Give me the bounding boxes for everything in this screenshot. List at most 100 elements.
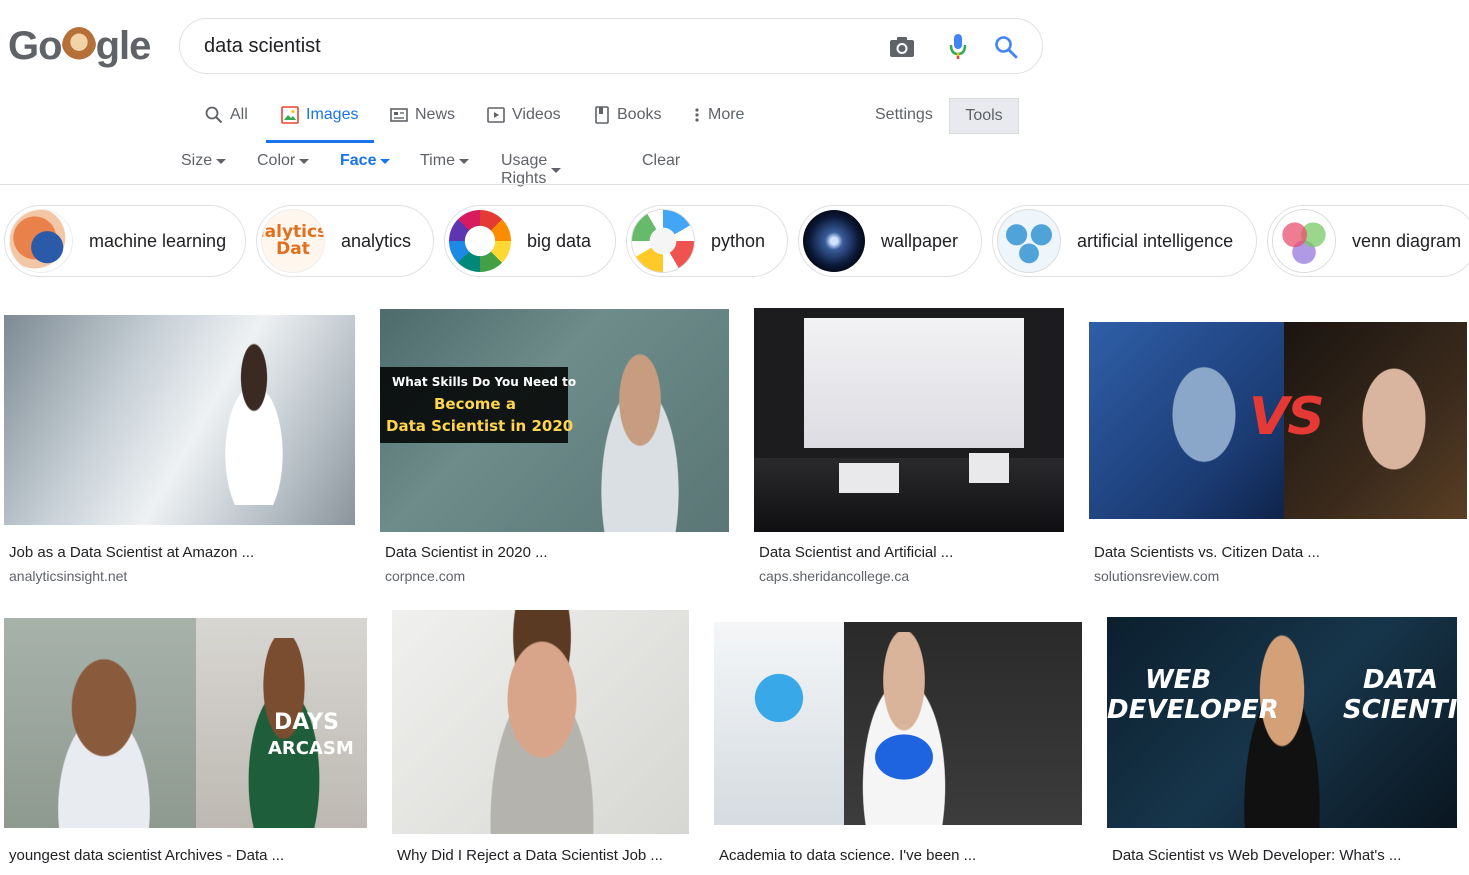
- chip-label: wallpaper: [881, 230, 959, 251]
- chip-label: big data: [527, 230, 592, 251]
- overlay-text: SCIENTIST: [1343, 695, 1457, 725]
- result-image[interactable]: [714, 622, 1082, 825]
- chip-thumbnail: ıalytics Dat: [261, 209, 325, 273]
- header-divider: [0, 184, 1469, 185]
- doodle-icon: [61, 27, 96, 65]
- result-title[interactable]: Job as a Data Scientist at Amazon ...: [9, 544, 254, 561]
- filter-label: Usage Rights: [501, 152, 548, 187]
- chip-label: analytics: [341, 230, 412, 251]
- result-title[interactable]: Why Did I Reject a Data Scientist Job ..…: [397, 847, 663, 864]
- search-box: [179, 18, 1043, 74]
- chip-thumbnail: [997, 209, 1061, 273]
- result-image[interactable]: DAYS ARCASM: [4, 618, 367, 828]
- settings-link[interactable]: Settings: [875, 106, 933, 124]
- tab-label: All: [230, 106, 248, 123]
- filter-face[interactable]: Face: [340, 152, 391, 170]
- result-title[interactable]: youngest data scientist Archives - Data …: [9, 847, 284, 864]
- chip-machine-learning[interactable]: machine learning: [4, 205, 246, 277]
- tab-label: Images: [306, 106, 359, 123]
- overlay-text: Become a: [434, 395, 516, 413]
- tab-more[interactable]: More: [693, 98, 744, 144]
- filter-label: Face: [340, 152, 377, 169]
- search-icon[interactable]: [992, 33, 1020, 61]
- tab-news[interactable]: News: [390, 98, 455, 144]
- tab-all[interactable]: All: [205, 98, 248, 144]
- logo-letter: G: [8, 24, 39, 68]
- filter-clear[interactable]: Clear: [642, 152, 680, 170]
- chip-analytics[interactable]: ıalytics Dat analytics: [256, 205, 434, 277]
- logo-letter: o: [38, 24, 62, 68]
- result-title[interactable]: Data Scientist and Artificial ...: [759, 544, 953, 561]
- tab-label: More: [708, 106, 745, 123]
- google-logo[interactable]: Go gle: [8, 24, 151, 69]
- chip-wallpaper[interactable]: wallpaper: [798, 205, 982, 277]
- play-icon: [487, 107, 505, 123]
- overlay-text: ARCASM: [268, 738, 354, 759]
- chip-thumb-text: ıalytics Dat: [261, 222, 325, 259]
- result-site[interactable]: analyticsinsight.net: [9, 568, 127, 584]
- chip-label: venn diagram: [1352, 230, 1462, 251]
- tools-button[interactable]: Tools: [949, 98, 1019, 134]
- image-icon: [281, 106, 299, 124]
- filter-size[interactable]: Size: [181, 152, 227, 170]
- logo-letter: e: [129, 24, 151, 68]
- camera-icon[interactable]: [888, 33, 916, 61]
- chip-big-data[interactable]: big data: [444, 205, 616, 277]
- tab-label: Videos: [512, 106, 561, 123]
- chevron-down-icon: [458, 158, 469, 164]
- overlay-text: What Skills Do You Need to: [392, 375, 577, 389]
- result-image[interactable]: [392, 610, 689, 834]
- chip-label: artificial intelligence: [1077, 230, 1234, 251]
- chevron-down-icon: [551, 167, 562, 173]
- tab-videos[interactable]: Videos: [487, 98, 561, 144]
- overlay-text: DEVELOPER: [1107, 695, 1279, 725]
- result-site[interactable]: caps.sheridancollege.ca: [759, 568, 909, 584]
- chip-venn-diagram[interactable]: venn diagram: [1267, 205, 1469, 277]
- search-input[interactable]: [204, 33, 864, 59]
- chip-python[interactable]: python: [626, 205, 788, 277]
- newspaper-icon: [390, 108, 408, 122]
- overlay-text: DATA: [1363, 665, 1439, 695]
- chip-artificial-intelligence[interactable]: artificial intelligence: [992, 205, 1257, 277]
- tab-books[interactable]: Books: [594, 98, 661, 144]
- result-title[interactable]: Data Scientists vs. Citizen Data ...: [1094, 544, 1320, 561]
- result-title[interactable]: Data Scientist vs Web Developer: What's …: [1112, 847, 1401, 864]
- chevron-down-icon: [216, 158, 227, 164]
- chip-thumbnail: [449, 210, 511, 272]
- result-site[interactable]: corpnce.com: [385, 568, 465, 584]
- result-image[interactable]: WEB DEVELOPER DATA SCIENTIST: [1107, 617, 1457, 828]
- filter-label: Time: [420, 152, 455, 169]
- chip-thumbnail: [1272, 209, 1336, 273]
- tab-label: Books: [617, 106, 662, 123]
- tab-images[interactable]: Images: [281, 98, 358, 144]
- logo-letter: l: [119, 24, 130, 68]
- result-image[interactable]: VS: [1089, 322, 1467, 519]
- result-image[interactable]: [4, 315, 355, 525]
- filter-usage-rights[interactable]: Usage Rights: [501, 152, 562, 188]
- microphone-icon[interactable]: [944, 33, 972, 61]
- filter-time[interactable]: Time: [420, 152, 469, 170]
- logo-letter: g: [95, 24, 120, 68]
- overlay-text: Data Scientist in 2020: [386, 417, 574, 435]
- overlay-text: DAYS: [274, 710, 339, 735]
- result-title[interactable]: Academia to data science. I've been ...: [719, 847, 976, 864]
- chip-label: python: [711, 230, 766, 251]
- result-title[interactable]: Data Scientist in 2020 ...: [385, 544, 548, 561]
- active-tab-indicator: [266, 140, 374, 143]
- chip-label: machine learning: [89, 230, 227, 251]
- filter-color[interactable]: Color: [257, 152, 310, 170]
- filter-label: Clear: [642, 152, 681, 169]
- book-icon: [595, 106, 609, 124]
- tab-label: News: [415, 106, 456, 123]
- search-icon: [205, 106, 223, 124]
- overlay-text: VS: [1249, 387, 1325, 447]
- result-image[interactable]: What Skills Do You Need to Become a Data…: [380, 309, 729, 532]
- filter-label: Color: [257, 152, 296, 169]
- result-site[interactable]: solutionsreview.com: [1094, 568, 1219, 584]
- chevron-down-icon: [380, 158, 391, 164]
- chevron-down-icon: [299, 158, 310, 164]
- result-image[interactable]: [754, 308, 1064, 532]
- chip-thumbnail: [9, 209, 73, 273]
- more-vert-icon: [695, 108, 699, 122]
- chip-thumbnail: [803, 210, 865, 272]
